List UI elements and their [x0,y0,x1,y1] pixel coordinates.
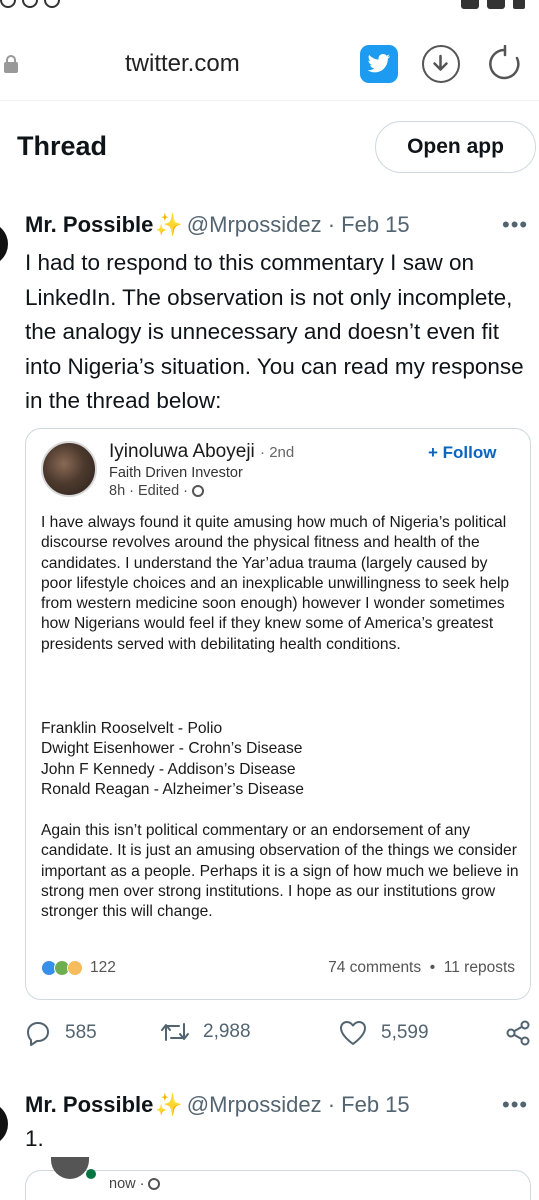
list-item: Franklin Rooselvelt - Polio [41,720,223,737]
browser-toolbar: twitter.com [0,36,539,94]
linkedin-stats: 74 comments • 11 reposts [328,959,515,976]
linkedin-paragraph-1: I have always found it quite amusing how… [41,514,510,653]
whatsapp-icon [22,0,38,8]
battery-icon [513,0,525,9]
like-button[interactable]: 5,599 [339,1020,429,1046]
browser-divider [0,100,539,101]
linkedin-president-list: Franklin Rooselvelt - Polio Dwight Eisen… [41,719,521,800]
open-app-button[interactable]: Open app [375,121,536,173]
page-title: Thread [17,131,108,161]
twitter-bird-icon [367,54,390,73]
avatar[interactable] [0,1102,8,1146]
reply-icon [27,1022,49,1046]
retweet-button[interactable]: 2,988 [161,1020,251,1044]
signal-icon [487,0,505,9]
share-button[interactable] [505,1020,539,1046]
author-handle-date[interactable]: @Mrpossidez · Feb 15 [187,212,410,238]
linkedin-meta-text: 8h · Edited · [109,483,188,499]
author-name[interactable]: Mr. Possible [25,1092,153,1118]
tweet-text: I had to respond to this commentary I sa… [25,250,524,413]
sparkle-icon: ✨ [155,212,183,237]
list-item: Dwight Eisenhower - Crohn’s Disease [41,740,303,758]
linkedin-author: Iyinoluwa Aboyeji · 2nd [109,441,294,463]
globe-icon [192,485,204,497]
linkedin-meta: now · [109,1176,161,1192]
twitter-app-button[interactable] [360,45,398,83]
alarm-icon [461,0,479,9]
tweet-header: Mr. Possible ✨ @Mrpossidez · Feb 15 [25,1092,410,1118]
insightful-reaction-icon [67,960,83,976]
list-item: John F Kennedy - Addison’s Disease [41,760,296,778]
tweet-text: 1. [25,1126,44,1151]
author-handle-date[interactable]: @Mrpossidez · Feb 15 [187,1092,410,1118]
sparkle-icon: ✨ [155,1092,183,1117]
linkedin-meta-text: now · [109,1176,145,1192]
linkedin-paragraph-2: Again this isn’t political commentary or… [41,822,519,921]
linkedin-avatar [51,1157,89,1179]
lock-icon[interactable] [4,55,18,73]
linkedin-headline: Faith Driven Investor [109,465,243,481]
avatar[interactable] [0,222,8,266]
linkedin-author-name: Iyinoluwa Aboyeji [109,441,255,462]
status-bar-system-icons [461,0,525,9]
retweet-count: 2,988 [203,1021,251,1042]
linkedin-follow-label: + Follow [428,443,497,462]
linkedin-screenshot-image[interactable]: now · [25,1157,531,1200]
reply-button[interactable]: 585 [25,1020,97,1046]
reload-icon [489,44,520,80]
globe-icon [148,1178,161,1190]
like-count: 5,599 [381,1022,429,1043]
like-icon [340,1021,366,1045]
linkedin-degree: · 2nd [260,444,295,461]
url-bar[interactable]: twitter.com [125,50,240,78]
status-bar-app-icons [0,0,60,8]
linkedin-meta: 8h · Edited · [109,483,204,499]
linkedin-reactions: 122 [41,959,116,977]
notification-icon [0,0,16,8]
tweet-action-bar: 585 2,988 5,599 [0,1020,539,1050]
tweet-header: Mr. Possible ✨ @Mrpossidez · Feb 15 [25,212,410,238]
share-icon [506,1020,530,1046]
download-button[interactable] [422,45,460,83]
reply-count: 585 [65,1022,97,1043]
author-name[interactable]: Mr. Possible [25,212,153,238]
reload-button[interactable] [486,44,524,83]
status-bar [0,0,539,14]
more-icon[interactable]: ••• [502,1092,528,1118]
retweet-icon [161,1023,189,1041]
reactions-count: 122 [90,959,116,976]
download-icon [433,54,448,71]
linkedin-screenshot-image[interactable]: Iyinoluwa Aboyeji · 2nd Faith Driven Inv… [25,428,531,1000]
whatsapp-business-icon [44,0,60,8]
linkedin-avatar [41,441,97,497]
more-icon[interactable]: ••• [502,212,528,238]
list-item: Ronald Reagan - Alzheimer’s Disease [41,780,304,798]
online-status-dot [86,1169,96,1179]
